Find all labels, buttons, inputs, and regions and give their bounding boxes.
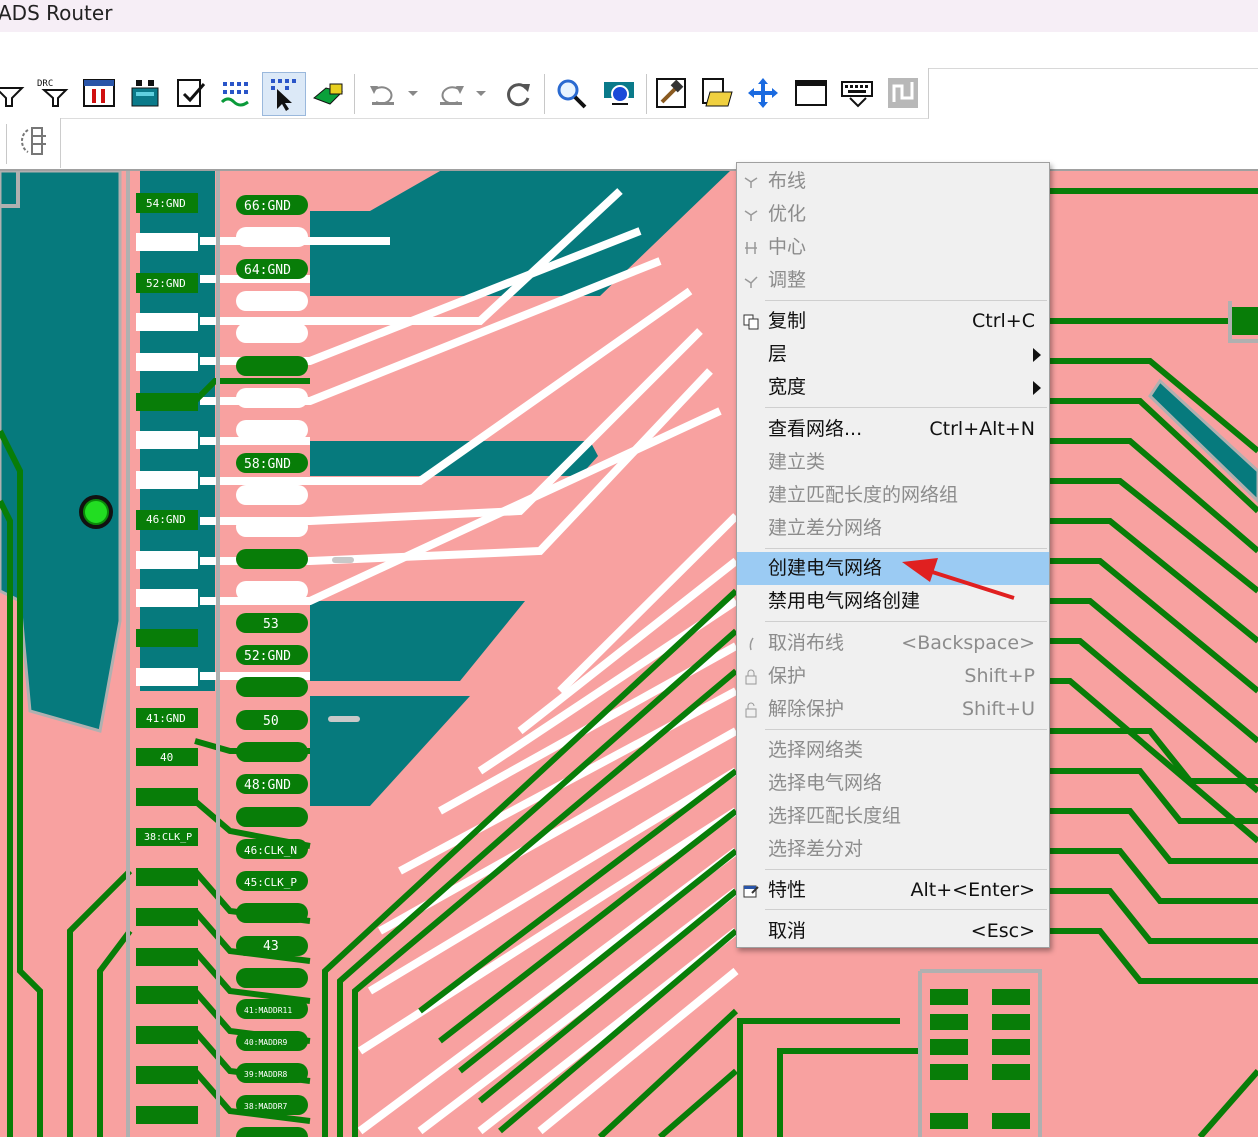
redo-icon[interactable] bbox=[434, 76, 468, 110]
menu-item-select-electrical-net[interactable]: 选择电气网络 bbox=[737, 767, 1049, 800]
pad-label: 50 bbox=[263, 714, 279, 729]
undo-icon[interactable] bbox=[366, 76, 400, 110]
pad-label: 48:GND bbox=[244, 778, 291, 793]
pattern-icon[interactable] bbox=[220, 76, 254, 110]
menu-item-protect[interactable]: 保护 Shift+P bbox=[737, 660, 1049, 693]
menu-separator bbox=[765, 621, 1047, 622]
optimize-icon bbox=[744, 210, 758, 221]
pad-label: 40:MADDR9 bbox=[244, 1038, 288, 1047]
drc-label: DRC bbox=[37, 79, 53, 89]
copper-pour bbox=[310, 696, 470, 806]
menu-item-create-diff-net[interactable]: 建立差分网络 bbox=[737, 512, 1049, 545]
redo-dropdown-icon[interactable] bbox=[472, 76, 490, 110]
window-title: ADS Router bbox=[0, 1, 113, 25]
pad-label: 52:GND bbox=[244, 649, 291, 664]
menu-separator bbox=[765, 729, 1047, 730]
pad-label: 52:GND bbox=[146, 277, 186, 290]
menu-separator bbox=[765, 300, 1047, 301]
copy-icon bbox=[743, 314, 759, 330]
filter-icon[interactable] bbox=[0, 76, 26, 110]
menu-item-width[interactable]: 宽度 bbox=[737, 371, 1049, 404]
annotation-arrow bbox=[902, 558, 1015, 600]
selected-via-center bbox=[83, 499, 109, 525]
unroute-icon bbox=[749, 637, 754, 651]
pad-label: 53 bbox=[263, 617, 279, 632]
pad-label: 38:MADDR7 bbox=[244, 1102, 288, 1111]
submenu-arrow-icon bbox=[1033, 348, 1041, 362]
menu-item-view-net[interactable]: 查看网络... Ctrl+Alt+N bbox=[737, 413, 1049, 446]
pad-label: 46:GND bbox=[146, 513, 186, 526]
view-icon[interactable] bbox=[602, 76, 636, 110]
menu-item-select-net-class[interactable]: 选择网络类 bbox=[737, 734, 1049, 767]
hammer-icon[interactable] bbox=[654, 76, 688, 110]
menu-item-center[interactable]: 中心 bbox=[737, 231, 1049, 264]
pause-icon[interactable] bbox=[82, 76, 116, 110]
secondary-toolbar bbox=[0, 118, 61, 168]
pad-label: 39:MADDR8 bbox=[244, 1070, 288, 1079]
pad-label: 41:MADDR11 bbox=[244, 1006, 292, 1015]
menu-separator bbox=[765, 869, 1047, 870]
menu-item-unprotect[interactable]: 解除保护 Shift+U bbox=[737, 693, 1049, 726]
toolbar-separator bbox=[6, 124, 7, 164]
route-icon[interactable] bbox=[886, 76, 920, 110]
pad-label: 41:GND bbox=[146, 712, 186, 725]
pad-label: 46:CLK_N bbox=[244, 844, 297, 857]
router-icon[interactable] bbox=[128, 76, 162, 110]
menu-item-optimize[interactable]: 优化 bbox=[737, 198, 1049, 231]
menu-item-create-class[interactable]: 建立类 bbox=[737, 446, 1049, 479]
lock-icon bbox=[745, 669, 757, 685]
pad-label: 54:GND bbox=[146, 197, 186, 210]
pad-label: 64:GND bbox=[244, 263, 291, 278]
select-mode-icon[interactable] bbox=[262, 72, 306, 116]
move-icon[interactable] bbox=[746, 76, 780, 110]
center-icon bbox=[745, 242, 757, 254]
submenu-arrow-icon bbox=[1033, 381, 1041, 395]
pad-label: 66:GND bbox=[244, 199, 291, 214]
pad-label: 45:CLK_P bbox=[244, 876, 297, 889]
open-folder-icon[interactable] bbox=[700, 76, 734, 110]
menu-item-create-matched-length-group[interactable]: 建立匹配长度的网络组 bbox=[737, 479, 1049, 512]
menu-item-properties[interactable]: 特性 Alt+<Enter> bbox=[737, 874, 1049, 907]
zoom-icon[interactable] bbox=[554, 76, 588, 110]
menu-item-select-matched-length-group[interactable]: 选择匹配长度组 bbox=[737, 800, 1049, 833]
main-toolbar: DRC bbox=[0, 68, 929, 119]
pad-label: 38:CLK_P bbox=[144, 832, 192, 843]
pad-label: 56:MDATA9 bbox=[244, 524, 288, 533]
route-icon bbox=[744, 177, 758, 188]
toolbar-separator bbox=[354, 74, 355, 114]
menu-item-adjust[interactable]: 调整 bbox=[737, 264, 1049, 297]
toolbar-separator bbox=[544, 74, 545, 114]
menu-item-select-diff-pair[interactable]: 选择差分对 bbox=[737, 833, 1049, 866]
menu-item-layer[interactable]: 层 bbox=[737, 338, 1049, 371]
verify-icon[interactable] bbox=[174, 76, 208, 110]
undo-dropdown-icon[interactable] bbox=[404, 76, 422, 110]
menu-item-copy[interactable]: 复制 Ctrl+C bbox=[737, 305, 1049, 338]
adjust-icon bbox=[744, 276, 758, 288]
drc-filter-icon[interactable]: DRC bbox=[36, 76, 70, 110]
pcb-layout: 54:GND 52:GND 46:GND 41:GND 40 38:CLK_P … bbox=[0, 171, 1258, 1137]
pad-label: 58:GND bbox=[244, 457, 291, 472]
refresh-icon[interactable] bbox=[502, 76, 536, 110]
copper-pour bbox=[310, 601, 525, 681]
unlock-icon bbox=[745, 702, 757, 718]
pcb-canvas[interactable]: 54:GND 52:GND 46:GND 41:GND 40 38:CLK_P … bbox=[0, 169, 1258, 1137]
menu-item-route[interactable]: 布线 bbox=[737, 165, 1049, 198]
component-icon[interactable] bbox=[312, 76, 346, 110]
menu-bar bbox=[0, 32, 1258, 69]
title-bar: ADS Router bbox=[0, 0, 1258, 32]
menu-separator bbox=[765, 407, 1047, 408]
toolbar-separator bbox=[646, 74, 647, 114]
menu-item-unroute[interactable]: 取消布线 <Backspace> bbox=[737, 627, 1049, 660]
keyboard-icon[interactable] bbox=[840, 76, 874, 110]
menu-separator bbox=[765, 909, 1047, 910]
via-marker bbox=[332, 557, 354, 563]
pad-label: 43 bbox=[263, 939, 279, 954]
properties-icon bbox=[743, 885, 759, 898]
via-marker bbox=[328, 716, 360, 722]
window-icon[interactable] bbox=[794, 76, 828, 110]
menu-item-cancel[interactable]: 取消 <Esc> bbox=[737, 915, 1049, 948]
design-rule-icon[interactable] bbox=[16, 124, 50, 158]
pad-label: 40 bbox=[160, 751, 173, 764]
